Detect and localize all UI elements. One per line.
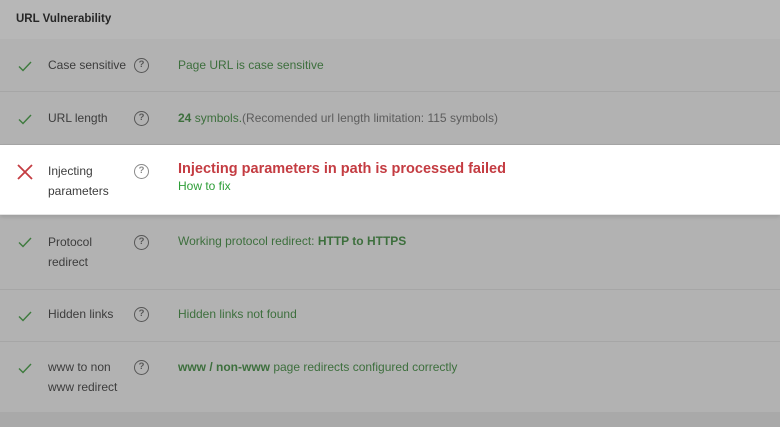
row-label: URL length: [48, 111, 108, 125]
check-row-url-length: URL length ? 24 symbols.(Recomended url …: [0, 92, 780, 145]
redirect-text: Working protocol redirect:: [178, 234, 318, 248]
row-description: Hidden links not found: [178, 307, 297, 321]
www-redirect-text: page redirects configured correctly: [270, 360, 458, 374]
www-variant: www / non-www: [178, 360, 270, 374]
row-label: Hidden links: [48, 307, 114, 321]
how-to-fix-link[interactable]: How to fix: [178, 178, 231, 194]
help-icon[interactable]: ?: [134, 360, 149, 375]
help-icon[interactable]: ?: [134, 111, 149, 126]
row-description: Working protocol redirect: HTTP to HTTPS: [178, 231, 406, 251]
cross-icon: [17, 164, 33, 180]
check-row-injecting-parameters: Injecting parameters ? Injecting paramet…: [0, 145, 780, 215]
row-description: 24 symbols.(Recomended url length limita…: [178, 108, 498, 128]
check-icon: [18, 311, 32, 322]
row-label: Protocol redirect: [48, 235, 93, 269]
help-icon[interactable]: ?: [134, 307, 149, 322]
section-title: URL Vulnerability: [16, 13, 112, 25]
check-icon: [18, 363, 32, 374]
help-icon[interactable]: ?: [134, 58, 149, 73]
check-icon: [18, 61, 32, 72]
help-icon[interactable]: ?: [134, 164, 149, 179]
check-row-case-sensitive: Case sensitive ? Page URL is case sensit…: [0, 39, 780, 92]
check-icon: [18, 114, 32, 125]
symbols-text: symbols.: [191, 111, 243, 125]
row-description: www / non-www page redirects configured …: [178, 357, 457, 377]
check-row-hidden-links: Hidden links ? Hidden links not found: [0, 290, 780, 342]
length-limit-note: (Recomended url length limitation: 115 s…: [242, 111, 498, 125]
check-row-www-redirect: www to non www redirect ? www / non-www …: [0, 342, 780, 412]
check-row-protocol-redirect: Protocol redirect ? Working protocol red…: [0, 215, 780, 290]
row-label: www to non www redirect: [48, 360, 118, 394]
row-label: Injecting parameters: [48, 164, 109, 198]
fail-message: Injecting parameters in path is processe…: [178, 161, 506, 177]
row-label: Case sensitive: [48, 58, 127, 72]
help-icon[interactable]: ?: [134, 235, 149, 250]
bottom-divider: [0, 412, 780, 427]
redirect-protocol: HTTP to HTTPS: [317, 234, 407, 248]
section-header: URL Vulnerability: [0, 0, 780, 39]
check-icon: [18, 237, 32, 248]
symbol-count: 24: [178, 111, 192, 125]
row-description: Page URL is case sensitive: [178, 58, 324, 72]
